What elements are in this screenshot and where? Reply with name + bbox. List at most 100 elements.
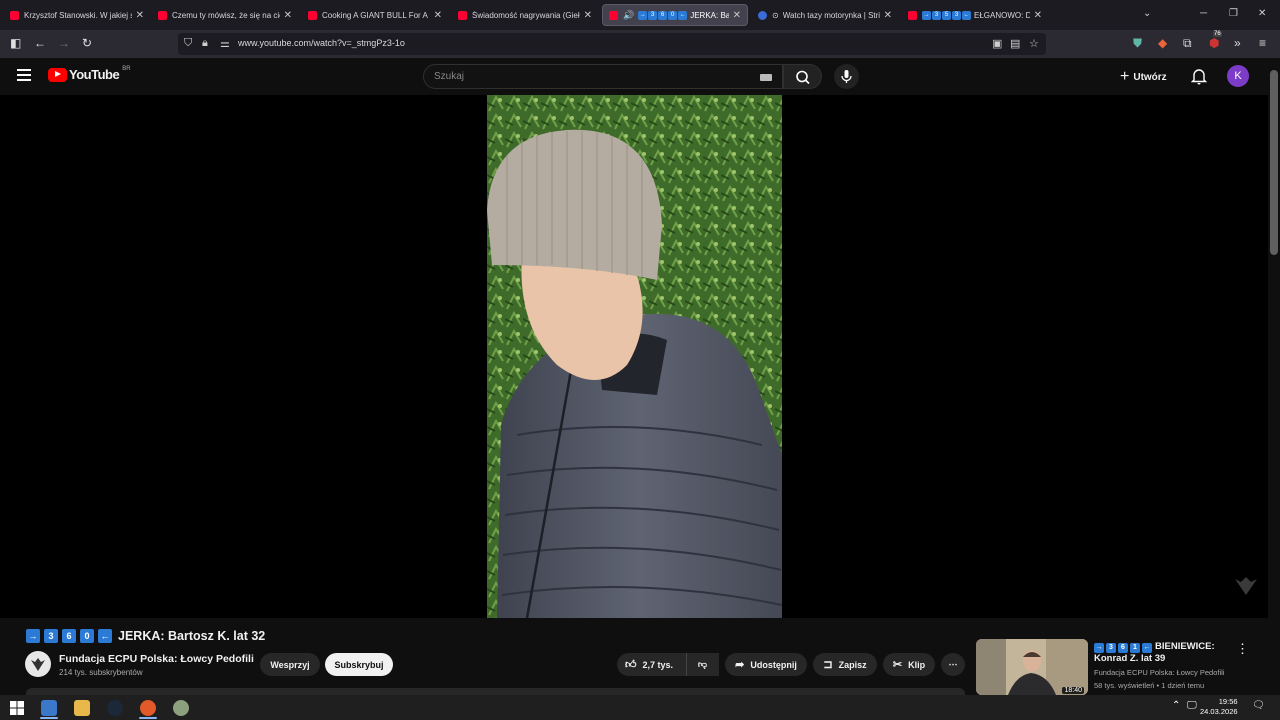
forward-arrow-icon[interactable]: → — [58, 36, 70, 50]
number-badge: 3 — [932, 10, 941, 20]
browser-tab[interactable]: Krzysztof Stanowski. W jakiej sp ✕ — [4, 4, 150, 26]
network-icon[interactable]: 🖵︎ — [1187, 700, 1197, 711]
list-all-tabs-icon[interactable]: ⌄ — [1143, 8, 1151, 19]
browser-tab[interactable]: Świadomość nagrywania (Giełd ✕ — [452, 4, 598, 26]
keyboard-icon[interactable] — [760, 74, 772, 81]
extensions-puzzle-icon[interactable]: ⧉ — [1183, 36, 1192, 51]
arrow-badge-icon: → — [638, 10, 648, 20]
browser-toolbar: ◧ ← → ↻ ⛉ 🔒︎ ⚌ www.youtube.com/watch?v=_… — [0, 30, 1280, 58]
tab-close-icon[interactable]: ✕ — [733, 10, 741, 21]
share-button[interactable]: ➦ Udostępnij — [725, 653, 807, 676]
file-explorer-icon[interactable] — [74, 700, 90, 716]
channel-name[interactable]: Fundacja ECPU Polska: Łowcy Pedofili — [59, 653, 254, 665]
url-bar[interactable]: ⛉ 🔒︎ ⚌ www.youtube.com/watch?v=_stmgPz3-… — [178, 33, 1046, 55]
system-clock[interactable]: 19:56 24.03.2026 — [1200, 697, 1238, 717]
create-button[interactable]: + Utwórz — [1120, 68, 1167, 86]
search-input[interactable]: Szukaj — [423, 64, 783, 89]
scissors-icon: ✂ — [892, 659, 903, 671]
picture-in-picture-icon[interactable]: ▣ — [992, 37, 1002, 50]
active-app-indicator — [40, 717, 58, 719]
firefox-icon[interactable] — [140, 700, 156, 716]
browser-tab[interactable]: Cooking A GIANT BULL For A G ✕ — [302, 4, 448, 26]
url-text[interactable]: www.youtube.com/watch?v=_stmgPz3-1o — [238, 38, 405, 48]
recommendation-thumbnail[interactable]: 18:40 — [976, 639, 1088, 695]
subscribe-button[interactable]: Subskrybuj — [325, 653, 393, 676]
reload-icon[interactable]: ↻ — [82, 36, 92, 50]
dislike-button[interactable]: 👎︎ — [686, 653, 718, 676]
video-frame-image — [487, 95, 782, 618]
account-avatar[interactable]: K — [1227, 65, 1249, 87]
voice-search-button[interactable] — [834, 64, 859, 89]
channel-logo-icon — [31, 658, 45, 671]
browser-tab[interactable]: Czemu ty mówisz, że się na cieb ✕ — [152, 4, 298, 26]
permissions-icon[interactable]: ⚌ — [220, 37, 230, 50]
close-window-icon[interactable]: ✕ — [1258, 8, 1266, 19]
notifications-bell-icon[interactable] — [1191, 67, 1207, 85]
clip-label: Klip — [908, 659, 926, 670]
app-icon[interactable] — [173, 700, 189, 716]
app-menu-icon[interactable]: ≡ — [1259, 36, 1266, 50]
tracking-shield-icon[interactable]: ⛉ — [184, 37, 192, 50]
tab-title: Krzysztof Stanowski. W jakiej sp — [24, 10, 132, 20]
number-badge: 0 — [80, 629, 94, 643]
search-button[interactable] — [783, 64, 822, 89]
bookmark-star-icon[interactable]: ☆ — [1029, 37, 1039, 50]
restore-window-icon[interactable]: ❐ — [1229, 8, 1238, 19]
steam-icon[interactable] — [107, 700, 123, 716]
support-button[interactable]: Wesprzyj — [260, 653, 320, 676]
lock-icon[interactable]: 🔒︎ — [202, 37, 208, 50]
recommendation-title[interactable]: → 3 6 1 ← BIENIEWICE: Konrad Z. lat 39 — [1094, 641, 1234, 665]
tab-close-icon[interactable]: ✕ — [884, 10, 892, 21]
fox-extension-icon[interactable]: ◆ — [1158, 36, 1167, 50]
speaker-icon[interactable]: 🔊 — [623, 10, 634, 21]
video-player[interactable] — [0, 95, 1268, 618]
tab-close-icon[interactable]: ✕ — [284, 10, 292, 21]
recommendation-title-line1: BIENIEWICE: — [1155, 641, 1215, 652]
arrow-badge-icon: ← — [98, 629, 112, 643]
ublock-extension-icon[interactable]: ⬢ 76 — [1209, 31, 1222, 50]
logo-wordmark: YouTube — [69, 67, 120, 82]
number-badge: 6 — [1118, 643, 1128, 653]
computer-app-icon[interactable] — [41, 700, 57, 716]
create-label: Utwórz — [1133, 71, 1167, 83]
tray-chevron-icon[interactable]: ⌃ — [1172, 700, 1180, 711]
clock-date: 24.03.2026 — [1200, 707, 1238, 716]
channel-watermark-icon[interactable] — [1233, 573, 1259, 599]
youtube-favicon-icon — [158, 10, 167, 20]
video-frame[interactable] — [487, 95, 782, 618]
notification-center-icon[interactable]: 🗨︎ — [1252, 700, 1265, 711]
tab-close-icon[interactable]: ✕ — [1034, 10, 1042, 21]
extension-badge: 76 — [1213, 31, 1222, 37]
page-scrollbar[interactable] — [1268, 58, 1280, 695]
back-arrow-icon[interactable]: ← — [34, 36, 46, 50]
arrow-badge-icon: ← — [962, 10, 971, 20]
more-dots-icon: ⋯ — [948, 659, 958, 669]
channel-avatar[interactable] — [25, 651, 51, 677]
description-box[interactable] — [26, 688, 965, 695]
youtube-logo[interactable]: YouTube BR — [48, 65, 131, 82]
arrow-badge-icon: → — [26, 629, 40, 643]
minimize-window-icon[interactable]: ─ — [1200, 8, 1207, 19]
tab-close-icon[interactable]: ✕ — [136, 10, 144, 21]
windows-taskbar: ⌃ 🖵︎ 19:56 24.03.2026 🗨︎ — [0, 695, 1280, 720]
sidebar-toggle-icon[interactable]: ◧ — [10, 36, 21, 50]
browser-tab[interactable]: ⊙ Watch tazy motorynka | Stri ✕ — [752, 4, 898, 26]
save-button[interactable]: ⊐ Zapisz — [813, 653, 877, 676]
tab-close-icon[interactable]: ✕ — [584, 10, 592, 21]
windows-start-icon[interactable] — [9, 700, 25, 716]
reader-view-icon[interactable]: ▤ — [1010, 37, 1020, 50]
number-badge: 3 — [44, 629, 58, 643]
shield-extension-icon[interactable]: ⛊ — [1133, 36, 1142, 51]
browser-tab-active[interactable]: 🔊 → 3 6 0 ← JERKA: Bart ✕ — [602, 4, 748, 26]
country-code: BR — [122, 65, 131, 72]
recommendation-menu-icon[interactable]: ⋮ — [1236, 641, 1249, 657]
recommendation-channel[interactable]: Fundacja ECPU Polska: Łowcy Pedofili — [1094, 668, 1224, 677]
overflow-chevron-icon[interactable]: » — [1234, 36, 1241, 50]
scrollbar-thumb[interactable] — [1270, 70, 1278, 255]
menu-hamburger-icon[interactable] — [17, 69, 31, 81]
video-title-text: JERKA: Bartosz K. lat 32 — [118, 629, 266, 643]
more-actions-button[interactable]: ⋯ — [941, 653, 965, 676]
browser-tab[interactable]: → 3 5 3 ← EŁGANOWO: D ✕ — [902, 4, 1048, 26]
clip-button[interactable]: ✂ Klip — [883, 653, 935, 676]
tab-close-icon[interactable]: ✕ — [434, 10, 442, 21]
